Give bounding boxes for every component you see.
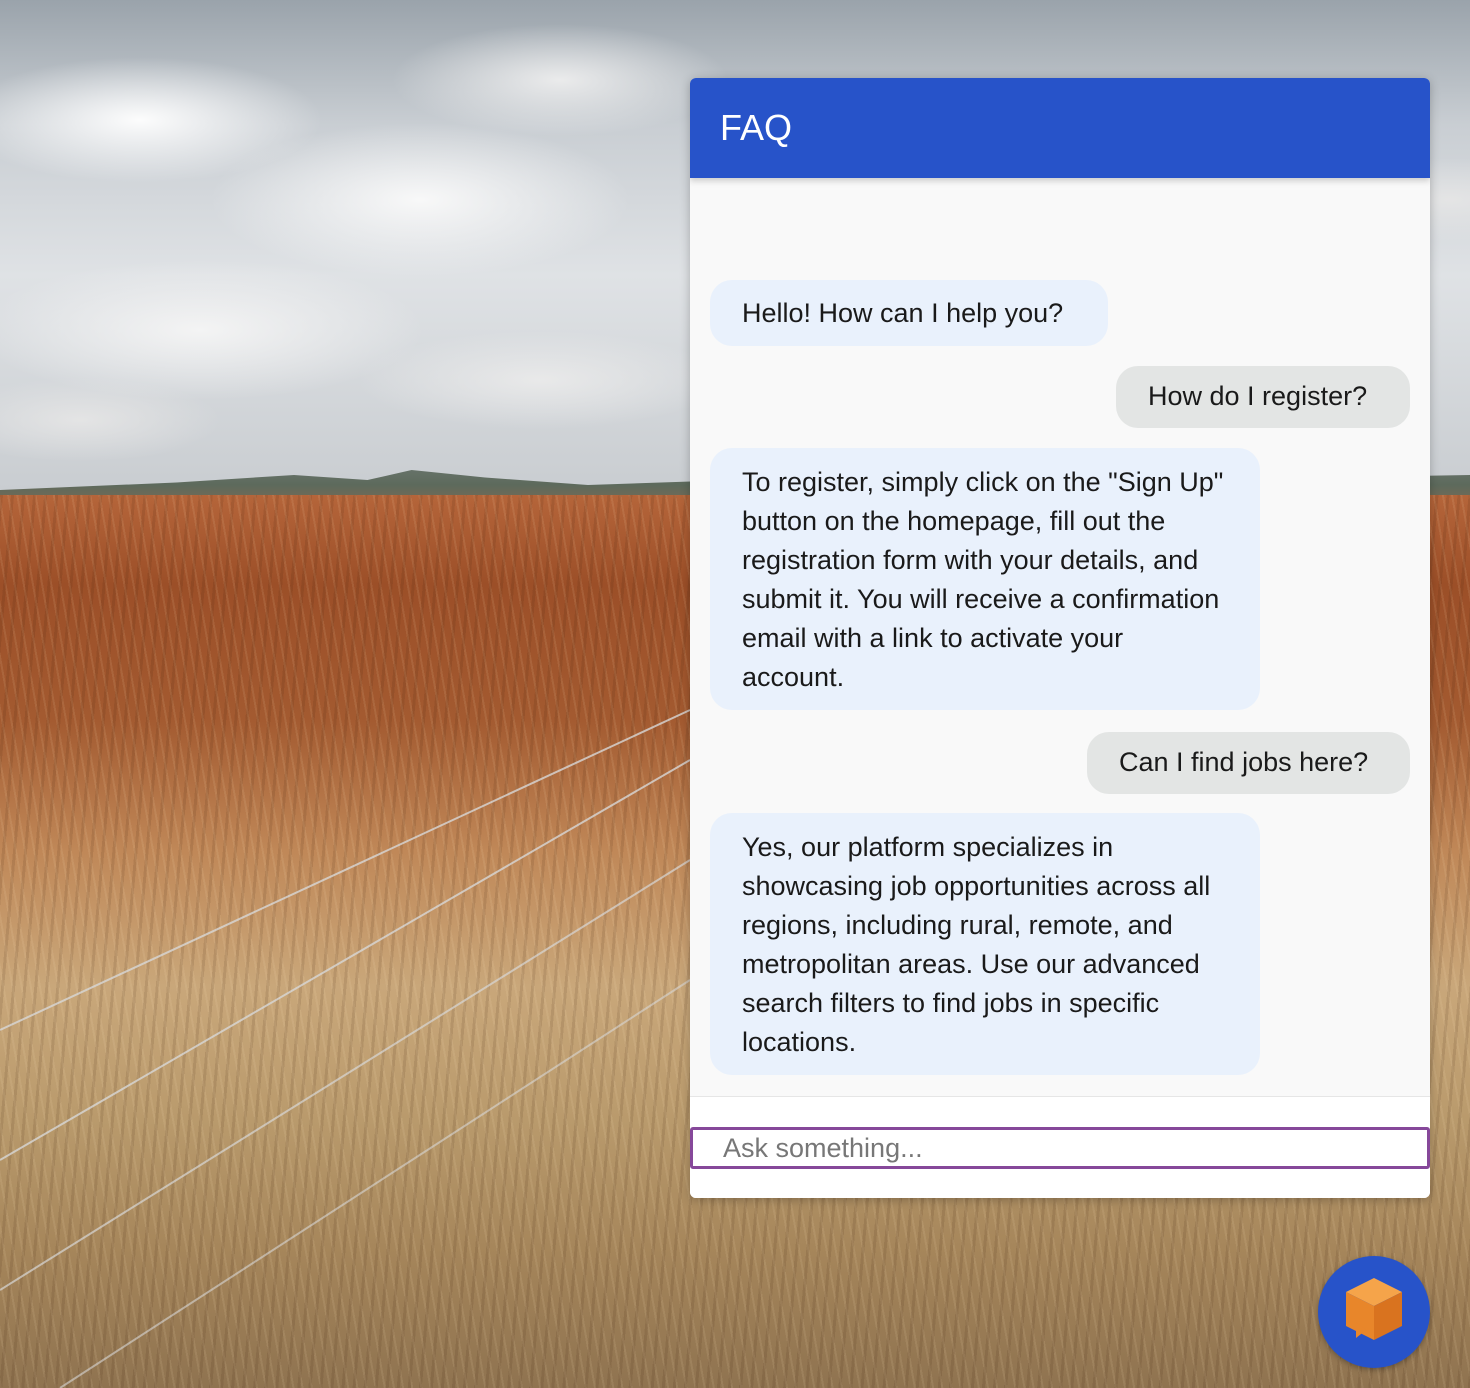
chat-cube-icon [1346,1278,1402,1340]
chat-title: FAQ [720,107,793,148]
bot-message: Yes, our platform specializes in showcas… [710,813,1260,1075]
faq-chat-panel: FAQ Hello! How can I help you? How do I … [690,78,1430,1198]
user-message: How do I register? [1116,366,1410,428]
page: FAQ Hello! How can I help you? How do I … [0,0,1470,1388]
chat-launcher-button[interactable] [1318,1256,1430,1368]
bot-message: Hello! How can I help you? [710,280,1108,346]
bot-message: To register, simply click on the "Sign U… [710,448,1260,710]
user-message: Can I find jobs here? [1087,732,1410,794]
chat-composer [690,1096,1430,1198]
chat-header: FAQ [690,78,1430,178]
ask-input[interactable] [690,1127,1430,1169]
